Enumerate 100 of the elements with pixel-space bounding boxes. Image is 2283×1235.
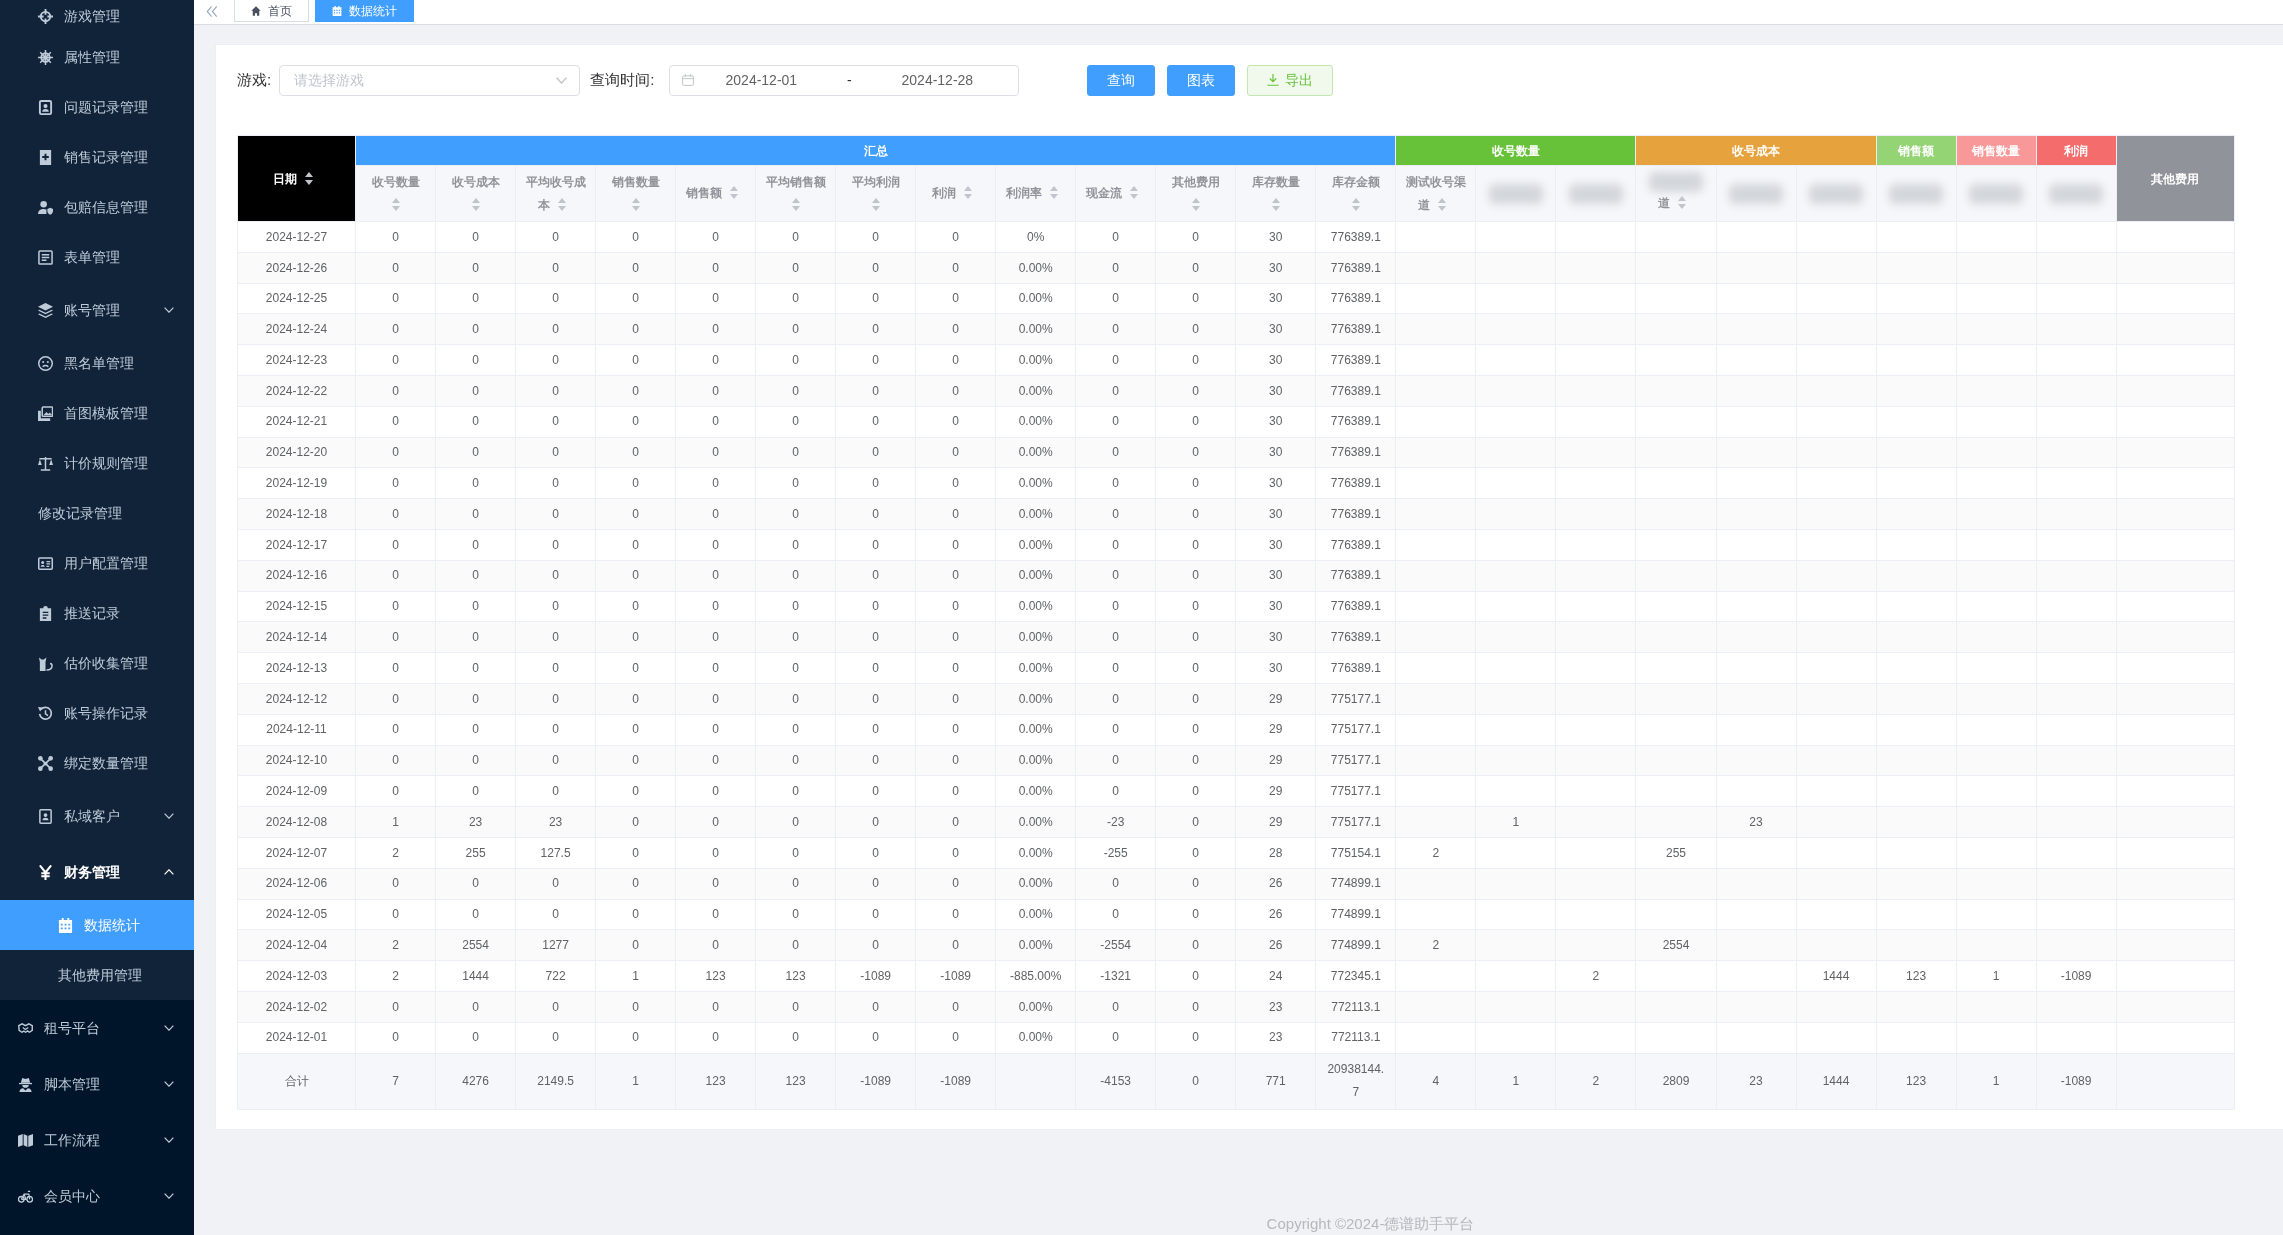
table-cell: 0.00%: [995, 437, 1076, 468]
table-cell: 0.00%: [995, 529, 1076, 561]
table-cell: 775177.1: [1315, 806, 1396, 838]
table-cell: 0: [835, 621, 916, 653]
calendar-icon: [58, 917, 73, 933]
table-cell: 4276: [435, 1053, 516, 1109]
table-cell: 0.00%: [995, 868, 1076, 900]
table-cell: 2024-12-27: [237, 221, 356, 253]
sidebar-item[interactable]: 用户配置管理: [0, 538, 194, 588]
date-separator: -: [846, 70, 853, 90]
table-cell: 20938144.7: [1315, 1053, 1396, 1109]
table-cell: 7: [355, 1053, 436, 1109]
table-cell: 0: [835, 683, 916, 715]
table-cell: 0.00%: [995, 344, 1076, 376]
table-cell: 2024-12-19: [237, 467, 356, 499]
table-cell: 0: [1155, 221, 1236, 253]
sidebar-item[interactable]: 游戏管理: [0, 0, 194, 32]
collapse-icon[interactable]: [206, 6, 218, 17]
sidebar-item[interactable]: 会员中心: [0, 1168, 194, 1224]
table-cell: 0: [515, 467, 596, 499]
table-cell: 0: [1155, 283, 1236, 314]
sidebar-item[interactable]: 属性管理: [0, 32, 194, 82]
table-cell: 776389.1: [1315, 313, 1396, 345]
table-cell: 30: [1235, 283, 1316, 314]
table-cell: 0: [435, 437, 516, 468]
sidebar-item[interactable]: 计价规则管理: [0, 438, 194, 488]
table-cell: 0: [675, 560, 756, 592]
sidebar-item[interactable]: 包赔信息管理: [0, 182, 194, 232]
table-cell: 0: [515, 252, 596, 284]
table-cell: 0: [1075, 252, 1156, 284]
table-cell: 0: [835, 991, 916, 1023]
table-cell: 0: [675, 498, 756, 530]
table-cell: 0: [435, 1022, 516, 1053]
table-cell: 0: [835, 745, 916, 776]
table-cell: 0: [1155, 652, 1236, 684]
table-cell: 0: [1075, 745, 1156, 776]
table-cell: 776389.1: [1315, 529, 1396, 561]
table-cell: -1089: [835, 960, 916, 992]
column-group-header: 收号成本: [1636, 135, 1877, 166]
sidebar-item[interactable]: 修改记录管理: [0, 488, 194, 538]
table-cell: 0: [755, 806, 836, 838]
table-cell: 0: [1155, 960, 1236, 992]
table-cell: 2: [355, 837, 436, 869]
table-cell: 0: [1155, 621, 1236, 653]
table-cell: 0: [755, 775, 836, 807]
table-cell: 0%: [995, 221, 1076, 253]
column-header[interactable]: 日期: [237, 135, 356, 222]
table-cell: 0: [435, 683, 516, 715]
table-cell: 30: [1235, 467, 1316, 499]
sidebar-item[interactable]: 租号平台: [0, 1000, 194, 1056]
game-select[interactable]: 请选择游戏: [279, 64, 581, 96]
table-cell: 0: [835, 437, 916, 468]
sidebar-item[interactable]: 财务管理: [0, 844, 194, 900]
column-group-header: 收号数量: [1395, 135, 1636, 166]
date-range-field[interactable]: 2024-12-01 - 2024-12-28: [669, 64, 1020, 96]
table-cell: 776389.1: [1315, 560, 1396, 592]
table-cell: 0: [915, 252, 996, 284]
table-cell: 2024-12-01: [237, 1022, 356, 1053]
sidebar-item[interactable]: 推送记录: [0, 588, 194, 638]
table-cell: 23: [1716, 806, 1796, 838]
table-cell: 0: [675, 683, 756, 715]
table-cell: 28: [1235, 837, 1316, 869]
table-cell: 0.00%: [995, 991, 1076, 1023]
sidebar-item[interactable]: 黑名单管理: [0, 338, 194, 388]
table-cell: 0: [675, 714, 756, 746]
sidebar-item[interactable]: 绑定数量管理: [0, 738, 194, 788]
table-cell: 0: [1075, 714, 1156, 746]
tab[interactable]: 首页: [234, 0, 309, 22]
table-cell: 776389.1: [1315, 591, 1396, 622]
table-cell: 2024-12-12: [237, 683, 356, 715]
table-cell: 2024-12-21: [237, 406, 356, 438]
end-date-input[interactable]: 2024-12-28: [874, 68, 1001, 92]
table-cell: 0: [595, 375, 676, 407]
sidebar-item[interactable]: 私域客户: [0, 788, 194, 844]
table-cell: 0: [755, 714, 836, 746]
table-cell: 0: [515, 1022, 596, 1053]
table-cell: 0: [1075, 560, 1156, 592]
table-cell: 0: [835, 344, 916, 376]
sidebar-item[interactable]: 账号管理: [0, 282, 194, 338]
table-cell: 0: [515, 437, 596, 468]
table-cell: -1089: [835, 1053, 916, 1109]
sidebar-item[interactable]: 首图模板管理: [0, 388, 194, 438]
start-date-input[interactable]: 2024-12-01: [698, 68, 825, 92]
table-cell: 0: [1155, 529, 1236, 561]
table-cell: 0: [835, 1022, 916, 1053]
sidebar-item[interactable]: 估价收集管理: [0, 638, 194, 688]
sort-icon[interactable]: [304, 171, 313, 185]
sidebar-item[interactable]: 销售记录管理: [0, 132, 194, 182]
sidebar-item[interactable]: 工作流程: [0, 1112, 194, 1168]
sidebar-item[interactable]: 其他费用管理: [0, 950, 194, 1000]
table-cell: 0: [355, 621, 436, 653]
table-cell: 0: [355, 1022, 436, 1053]
sidebar-item[interactable]: 脚本管理: [0, 1056, 194, 1112]
table-cell: 0: [1075, 1022, 1156, 1053]
table-cell: 26: [1235, 929, 1316, 961]
table-cell: 1444: [1796, 1053, 1877, 1109]
sidebar-item[interactable]: 账号操作记录: [0, 688, 194, 738]
sidebar-item[interactable]: 表单管理: [0, 232, 194, 282]
table-cell: 0: [515, 221, 596, 253]
sidebar-item[interactable]: 问题记录管理: [0, 82, 194, 132]
